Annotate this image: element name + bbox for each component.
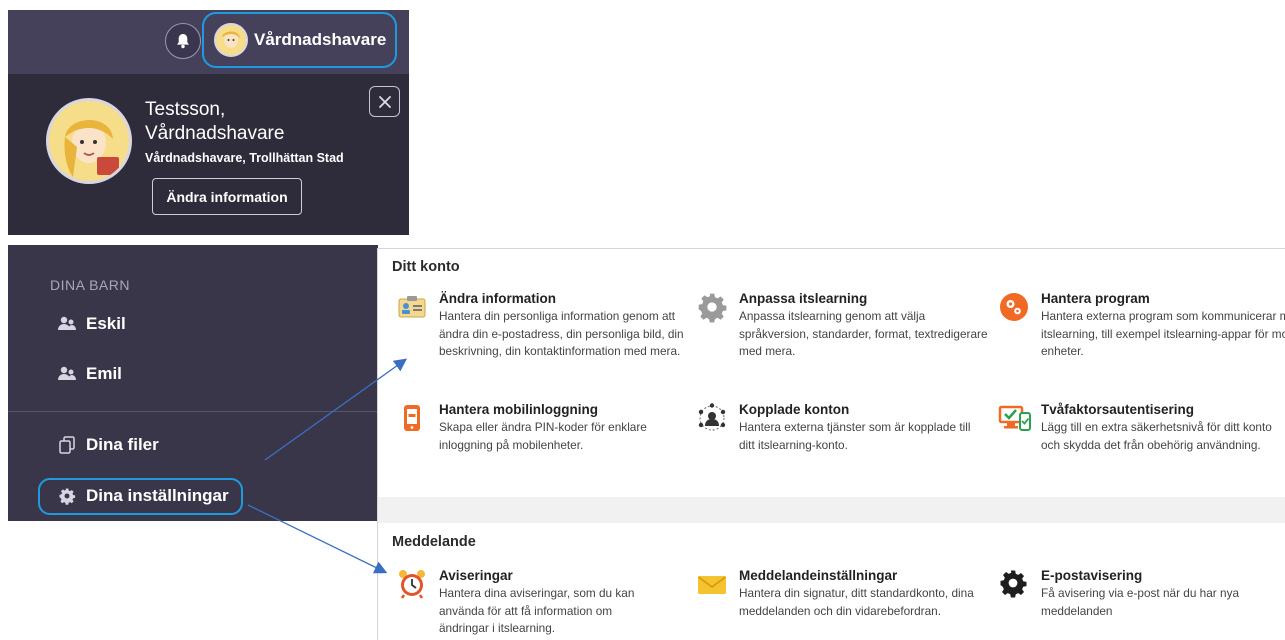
nav-item-label: Dina filer bbox=[86, 435, 159, 454]
alarm-clock-icon bbox=[396, 568, 430, 602]
id-card-icon bbox=[396, 291, 430, 325]
card-desc: Hantera externa tjänster som är kopplade… bbox=[739, 420, 971, 452]
card-desc: Hantera externa program som kommunicerar… bbox=[1041, 309, 1285, 358]
user-menu-button[interactable]: Vårdnadshavare bbox=[202, 12, 397, 68]
nav-item-eskil[interactable]: Eskil bbox=[56, 313, 126, 335]
gear-icon bbox=[696, 291, 730, 325]
people-icon bbox=[56, 363, 78, 385]
user-menu-label: Vårdnadshavare bbox=[254, 30, 387, 49]
envelope-icon bbox=[696, 568, 730, 602]
nav-item-emil[interactable]: Emil bbox=[56, 363, 122, 385]
card-title: Aviseringar bbox=[439, 568, 513, 583]
profile-card: Testsson, Vårdnadshavare Vårdnadshavare,… bbox=[8, 74, 409, 235]
profile-role: Vårdnadshavare, Trollhättan Stad bbox=[145, 151, 344, 165]
nav-item-label: Emil bbox=[86, 364, 122, 383]
people-icon bbox=[56, 313, 78, 335]
top-bar: Vårdnadshavare bbox=[8, 10, 409, 74]
gear-icon bbox=[56, 485, 78, 507]
bell-icon[interactable] bbox=[165, 23, 201, 59]
avatar bbox=[214, 23, 248, 57]
files-icon bbox=[56, 434, 78, 456]
card-title: Hantera program bbox=[1041, 291, 1150, 306]
card-title: Tvåfaktorsautentisering bbox=[1041, 402, 1195, 417]
profile-name-line2: Vårdnadshavare bbox=[145, 123, 285, 144]
nav-divider bbox=[8, 411, 378, 412]
settings-panel: Ditt konto Ändra information Hantera din… bbox=[377, 248, 1285, 640]
nav-item-files[interactable]: Dina filer bbox=[56, 434, 159, 456]
card-desc: Skapa eller ändra PIN-koder för enklare … bbox=[439, 420, 647, 452]
card-title: E-postavisering bbox=[1041, 568, 1143, 583]
card-desc: Få avisering via e-post när du har nya m… bbox=[1041, 586, 1240, 618]
nav-item-settings[interactable]: Dina inställningar bbox=[56, 485, 229, 507]
card-desc: Hantera din personliga information genom… bbox=[439, 309, 684, 358]
account-section-title: Ditt konto bbox=[392, 259, 460, 275]
apps-icon bbox=[998, 291, 1032, 325]
two-factor-icon bbox=[998, 402, 1032, 436]
side-nav: DINA BARN Eskil Emil Dina filer Dina ins… bbox=[8, 245, 378, 521]
profile-name-line1: Testsson, bbox=[145, 99, 226, 120]
profile-avatar bbox=[46, 98, 132, 184]
card-desc: Lägg till en extra säkerhetsnivå för dit… bbox=[1041, 420, 1272, 452]
gear-icon bbox=[998, 568, 1032, 602]
connected-accounts-icon bbox=[696, 402, 730, 436]
section-separator bbox=[378, 497, 1285, 523]
card-desc: Hantera dina aviseringar, som du kan anv… bbox=[439, 586, 635, 635]
card-title: Anpassa itslearning bbox=[739, 291, 868, 306]
card-desc: Anpassa itslearning genom att välja språ… bbox=[739, 309, 988, 358]
card-desc: Hantera din signatur, ditt standardkonto… bbox=[739, 586, 974, 618]
edit-info-button[interactable]: Ändra information bbox=[152, 178, 302, 215]
message-section-title: Meddelande bbox=[392, 534, 476, 550]
card-title: Hantera mobilinloggning bbox=[439, 402, 598, 417]
card-title: Ändra information bbox=[439, 291, 556, 306]
profile-name: Testsson, Vårdnadshavare bbox=[145, 98, 400, 146]
mobile-icon bbox=[396, 402, 430, 436]
nav-item-label: Eskil bbox=[86, 314, 126, 333]
children-heading: DINA BARN bbox=[50, 277, 130, 293]
nav-item-label: Dina inställningar bbox=[86, 486, 229, 505]
card-title: Kopplade konton bbox=[739, 402, 850, 417]
card-title: Meddelandeinställningar bbox=[739, 568, 898, 583]
